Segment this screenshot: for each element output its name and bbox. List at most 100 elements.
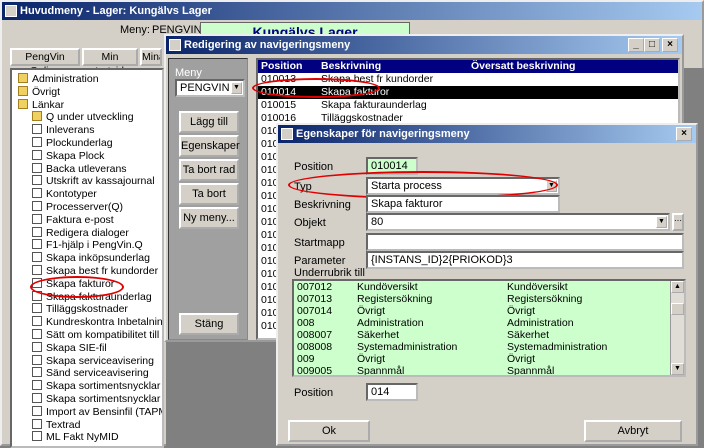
delete-row-button[interactable]: Ta bort rad [179, 159, 239, 181]
tree-item-label: Backa utleverans [46, 162, 127, 175]
document-icon [32, 393, 42, 403]
tree-item[interactable]: Länkar [18, 98, 65, 112]
tree-item-label: Skapa sortimentsnycklar via prislista [46, 393, 162, 405]
scroll-up-icon[interactable]: ▲ [671, 281, 684, 293]
document-icon [32, 175, 42, 186]
beskrivning-field[interactable]: Skapa fakturor [366, 195, 560, 213]
tree-item-label: Länkar [32, 98, 65, 111]
list-item[interactable]: 007012 Kundöversikt Kundöversikt [294, 281, 672, 293]
tree-item[interactable]: Skapa sortimentsnycklar via kundsortimen [32, 380, 162, 393]
tree-item[interactable]: Utskrift av kassajournal [32, 175, 155, 188]
nav-meny-select[interactable]: PENGVIN ▼ [175, 79, 245, 97]
document-icon [32, 188, 42, 199]
tree-panel[interactable]: Administration Övrigt Länkar Q under utveck… [10, 68, 164, 448]
underrubrik-list[interactable]: 007012 Kundöversikt Kundöversikt 007013 Regi… [292, 279, 686, 377]
document-icon [32, 367, 42, 378]
tab-mina[interactable]: Mina [140, 48, 162, 66]
nav-table-header: Position Beskrivning Översatt beskrivnin… [258, 60, 678, 73]
tree-item-label: Inleverans [46, 124, 95, 137]
tree-item-label: Plockunderlag [46, 137, 113, 149]
col-position[interactable]: Position [258, 60, 318, 73]
tree-item[interactable]: Textrad [32, 418, 80, 432]
close-button[interactable]: × [662, 38, 678, 52]
minimize-button[interactable]: _ [628, 38, 644, 52]
add-row-button[interactable]: Lägg till [179, 111, 239, 133]
nav-title: Redigering av navigeringsmeny [184, 39, 351, 51]
cell-desc: Systemadministration [357, 341, 458, 353]
tree-item[interactable]: Sänd serviceavisering [32, 367, 149, 380]
list-item[interactable]: 009 Övrigt Övrigt [294, 353, 672, 365]
tree-item[interactable]: Import av Bensinfil (TAPMAN) [32, 405, 162, 419]
tree-item[interactable]: Faktura e-post [32, 213, 114, 227]
col-beskrivning[interactable]: Beskrivning [318, 60, 468, 73]
document-icon [32, 124, 42, 135]
ok-button[interactable]: Ok [288, 420, 370, 442]
delete-menu-button[interactable]: Ta bort meny [179, 183, 239, 218]
tree-item[interactable]: Skapa inköpsunderlag [32, 252, 150, 265]
list-item[interactable]: 007013 Registersökning Registersökning [294, 293, 672, 305]
position2-label: Position [294, 387, 334, 399]
cell-trans: Systemadministration [507, 341, 608, 353]
properties-button[interactable]: Egenskaper [179, 135, 240, 157]
app-icon [5, 5, 17, 17]
tree-item[interactable]: Q under utveckling [32, 111, 134, 124]
cell-position: 010015 [261, 99, 297, 111]
document-icon [32, 405, 42, 416]
col-oversatt[interactable]: Översatt beskrivning [468, 60, 678, 73]
objekt-label: Objekt [294, 217, 326, 229]
tab-pengvin-online[interactable]: PengVin Online [10, 48, 80, 77]
tab-min-startsida[interactable]: Min startsida [82, 48, 138, 77]
tree-item[interactable]: Inleverans [32, 124, 94, 137]
tree-item-label: Processerver(Q) [46, 201, 124, 213]
parameter-field[interactable]: {INSTANS_ID}2{PRIOKOD}3 [366, 251, 684, 269]
tree-item[interactable]: Plockunderlag [32, 137, 113, 150]
props-title: Egenskaper för navigeringsmeny [296, 128, 470, 140]
startmapp-label: Startmapp [294, 237, 345, 249]
tree-highlight-circle [30, 276, 124, 298]
scroll-thumb[interactable] [671, 303, 684, 315]
cell-pos: 009 [297, 353, 315, 365]
document-icon [32, 213, 42, 224]
tree-item[interactable]: Skapa serviceavisering [32, 354, 154, 368]
tree-item-label: Skapa Plock [46, 149, 105, 162]
list-item[interactable]: 009005 Spannmål Spannmål [294, 365, 672, 377]
tree-item[interactable]: Sätt om kompatibilitet till 200 [32, 329, 162, 342]
tree-item[interactable]: Processerver(Q) [32, 201, 123, 214]
tree-item[interactable]: Redigera dialoger [32, 226, 129, 240]
tree-item-label: Kontotyper [46, 188, 97, 201]
tree-item[interactable]: Skapa sortimentsnycklar via prislista [32, 393, 162, 406]
tree-item[interactable]: ML Fakt NyMID [32, 431, 119, 444]
list-item[interactable]: 008007 Säkerhet Säkerhet [294, 329, 672, 341]
folder-icon [32, 111, 42, 122]
position2-field[interactable]: 014 [366, 383, 418, 401]
props-close-button[interactable]: × [676, 127, 692, 141]
meny-label: Meny: [120, 24, 150, 36]
tree-item[interactable]: Kundreskontra Inbetalningar [32, 316, 162, 329]
tree-item[interactable]: Övrigt [18, 85, 60, 99]
document-icon [32, 149, 42, 160]
tree-item[interactable]: Skapa Plock [32, 149, 105, 163]
close-dialog-button[interactable]: Stäng [179, 313, 239, 335]
underrubrik-scrollbar[interactable]: ▲ ▼ [670, 281, 684, 375]
objekt-select[interactable]: 80 ▼ [366, 213, 670, 231]
tree-item[interactable]: Kontotyper [32, 188, 97, 201]
new-menu-button[interactable]: Ny meny... [179, 207, 239, 229]
objekt-browse-button[interactable]: ⋯ [672, 213, 684, 231]
tree-item[interactable]: Skapa SIE-fil [32, 341, 107, 355]
tree-item[interactable]: Tilläggskostnader [32, 303, 128, 316]
table-row[interactable]: 010015 Skapa fakturaunderlag [258, 99, 678, 112]
maximize-button[interactable]: □ [644, 38, 660, 52]
tree-item[interactable]: Backa utleverans [32, 162, 127, 176]
document-icon [32, 329, 42, 339]
tree-item[interactable]: Administration [18, 73, 99, 86]
list-item[interactable]: 008 Administration Administration [294, 317, 672, 329]
list-item[interactable]: 007014 Övrigt Övrigt [294, 305, 672, 317]
underrubrik-label: Underrubrik till [294, 267, 365, 279]
scroll-down-icon[interactable]: ▼ [671, 363, 684, 375]
tree-item-label: Skapa serviceavisering [46, 354, 154, 367]
cancel-button[interactable]: Avbryt [584, 420, 682, 442]
startmapp-field[interactable] [366, 233, 684, 251]
list-item[interactable]: 008008 Systemadministration Systemadminist… [294, 341, 672, 353]
cell-pos: 009005 [297, 365, 333, 377]
tree-item[interactable]: F1-hjälp i PengVin.Q [32, 239, 143, 252]
